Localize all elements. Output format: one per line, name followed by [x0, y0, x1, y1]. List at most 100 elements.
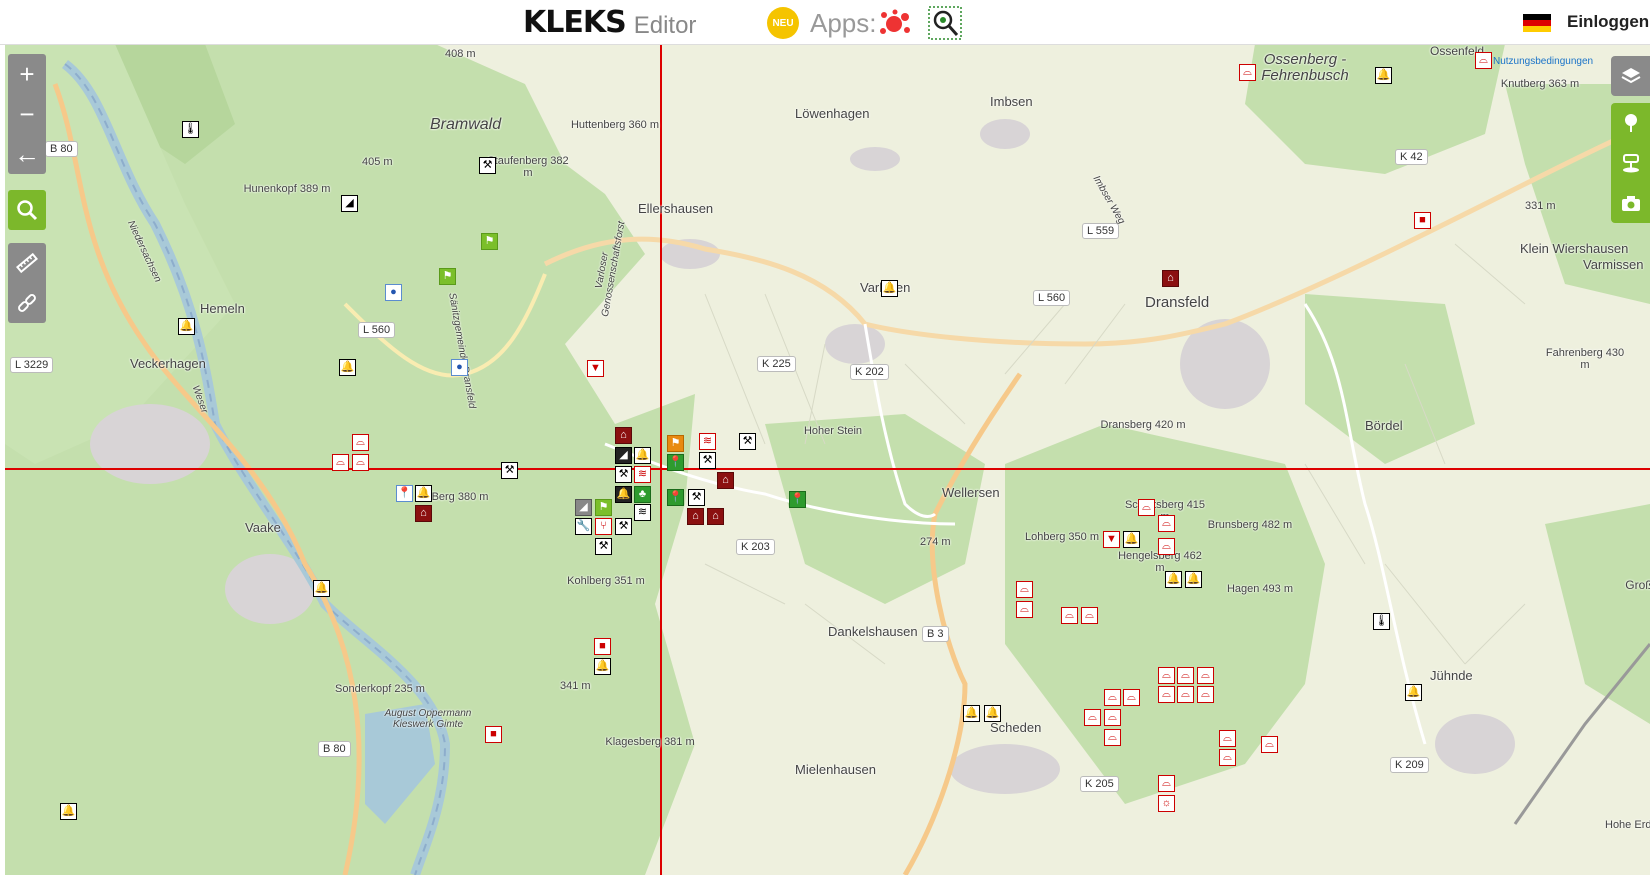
flag-icon[interactable]: ⚑	[595, 499, 612, 516]
arch-icon[interactable]: ⌓	[1158, 686, 1175, 703]
pin-icon[interactable]: 📍	[396, 485, 413, 502]
bell-icon[interactable]: 🔔	[1185, 571, 1202, 588]
bell-icon[interactable]: 🔔	[984, 705, 1001, 722]
pin-icon[interactable]: 📍	[667, 454, 684, 471]
arch-icon[interactable]: ⌓	[1219, 730, 1236, 747]
house-icon[interactable]: ⌂	[615, 427, 632, 444]
arch-icon[interactable]: ⌓	[1084, 709, 1101, 726]
login-link[interactable]: Einloggen	[1567, 12, 1649, 32]
arch-icon[interactable]: ⌓	[1061, 607, 1078, 624]
bell-icon[interactable]: 🔔	[881, 280, 898, 297]
house-icon[interactable]: ⌂	[687, 508, 704, 525]
bell-icon[interactable]: 🔔	[415, 485, 432, 502]
bell-icon[interactable]: 🔔	[178, 318, 195, 335]
map-canvas[interactable]: Bramwald Huttenberg 360 m Staufenberg 382 …	[5, 44, 1650, 875]
camera-button[interactable]	[1611, 183, 1650, 223]
arch-icon[interactable]: ⌓	[1016, 581, 1033, 598]
bell-icon[interactable]: 🔔	[1375, 67, 1392, 84]
arch-icon[interactable]: ⌓	[1158, 775, 1175, 792]
zoom-out-button[interactable]: −	[8, 94, 46, 134]
magnifier-app-icon[interactable]	[928, 6, 962, 40]
tools-icon[interactable]: ⚒	[688, 489, 705, 506]
splat-app-icon[interactable]	[878, 9, 912, 37]
tools-icon[interactable]: ⚒	[595, 538, 612, 555]
trees-icon[interactable]: ♣	[634, 486, 651, 503]
arch-icon[interactable]: ⌓	[1239, 64, 1256, 81]
arch-icon[interactable]: ⌓	[1158, 515, 1175, 532]
hill-icon[interactable]: ◢	[575, 499, 592, 516]
layers-button[interactable]	[1611, 56, 1650, 96]
tools-icon[interactable]: ⚒	[479, 157, 496, 174]
terms-link[interactable]: Nutzungsbedingungen	[1493, 56, 1593, 67]
house-icon[interactable]: ⌂	[1162, 270, 1179, 287]
thermometer-icon[interactable]: 🌡	[1373, 613, 1390, 630]
bell-icon[interactable]: 🔔	[313, 580, 330, 597]
arch-icon[interactable]: ⌓	[332, 454, 349, 471]
arch-icon[interactable]: ⌓	[352, 434, 369, 451]
arch-icon[interactable]: ⌓	[1104, 709, 1121, 726]
bell-icon[interactable]: 🔔	[594, 658, 611, 675]
bell-icon[interactable]: 🔔	[1405, 684, 1422, 701]
arch-icon[interactable]: ⌓	[1177, 686, 1194, 703]
share-link-button[interactable]	[8, 283, 46, 323]
zoom-in-button[interactable]: +	[8, 54, 46, 94]
arch-icon[interactable]: ⌓	[1219, 749, 1236, 766]
house-icon[interactable]: ⌂	[415, 505, 432, 522]
flag-icon[interactable]: ⚑	[667, 435, 684, 452]
arch-icon[interactable]: ⌓	[1104, 729, 1121, 746]
tools-icon[interactable]: ⚒	[501, 462, 518, 479]
measure-button[interactable]	[8, 243, 46, 283]
arch-icon[interactable]: ⌓	[1081, 607, 1098, 624]
arch-icon[interactable]: ⌓	[1158, 667, 1175, 684]
arch-icon[interactable]: ⌓	[1197, 686, 1214, 703]
tools-icon[interactable]: ⚒	[699, 452, 716, 469]
house-icon[interactable]: ⌂	[707, 508, 724, 525]
dot-icon[interactable]: ●	[385, 284, 402, 301]
fork-icon[interactable]: ⑂	[595, 518, 612, 535]
square-icon[interactable]: ■	[1414, 212, 1431, 229]
arch-icon[interactable]: ⌓	[1197, 667, 1214, 684]
back-button[interactable]: ←	[8, 134, 46, 174]
tools-icon[interactable]: ⚒	[615, 466, 632, 483]
bell-icon[interactable]: 🔔	[1165, 571, 1182, 588]
sign-button[interactable]	[1611, 143, 1650, 183]
arch-icon[interactable]: ⌓	[1158, 538, 1175, 555]
dot-icon[interactable]: ●	[451, 359, 468, 376]
arch-icon[interactable]: ⌓	[1123, 689, 1140, 706]
arch-icon[interactable]: ⌓	[1261, 736, 1278, 753]
rail-icon[interactable]: ≋	[634, 504, 651, 521]
arch-icon[interactable]: ⌓	[1104, 689, 1121, 706]
sun-icon[interactable]: ☼	[1158, 795, 1175, 812]
tools-icon[interactable]: ⚒	[739, 433, 756, 450]
bell-icon[interactable]: 🔔	[615, 486, 632, 503]
bell-icon[interactable]: 🔔	[963, 705, 980, 722]
hill-icon[interactable]: ◢	[615, 447, 632, 464]
bell-icon[interactable]: 🔔	[60, 803, 77, 820]
tree-button[interactable]	[1611, 103, 1650, 143]
square-icon[interactable]: ■	[485, 726, 502, 743]
map-search-button[interactable]	[8, 190, 46, 230]
house-icon[interactable]: ⌂	[717, 472, 734, 489]
pin-icon[interactable]: 📍	[667, 489, 684, 506]
pin-icon[interactable]: 📍	[789, 491, 806, 508]
bell-icon[interactable]: 🔔	[634, 447, 651, 464]
arch-icon[interactable]: ⌓	[1138, 499, 1155, 516]
tools-icon[interactable]: ⚒	[615, 518, 632, 535]
flag-icon[interactable]: ⚑	[481, 233, 498, 250]
hill-icon[interactable]: ◢	[341, 195, 358, 212]
arch-icon[interactable]: ⌓	[1016, 601, 1033, 618]
triangle-down-icon[interactable]: ▼	[587, 360, 604, 377]
rail-icon[interactable]: ≋	[699, 433, 716, 450]
square-icon[interactable]: ■	[594, 638, 611, 655]
triangle-down-icon[interactable]: ▼	[1103, 531, 1120, 548]
arch-icon[interactable]: ⌓	[352, 454, 369, 471]
arch-icon[interactable]: ⌓	[1177, 667, 1194, 684]
kleks-logo[interactable]: KLEKS Editor	[523, 5, 696, 40]
rail-icon[interactable]: ≋	[634, 466, 651, 483]
arch-icon[interactable]: ⌓	[1475, 52, 1492, 69]
wrench-icon[interactable]: 🔧	[575, 518, 592, 535]
bell-icon[interactable]: 🔔	[339, 359, 356, 376]
german-flag-icon[interactable]	[1523, 14, 1551, 32]
bell-icon[interactable]: 🔔	[1123, 531, 1140, 548]
thermometer-icon[interactable]: 🌡	[182, 121, 199, 138]
